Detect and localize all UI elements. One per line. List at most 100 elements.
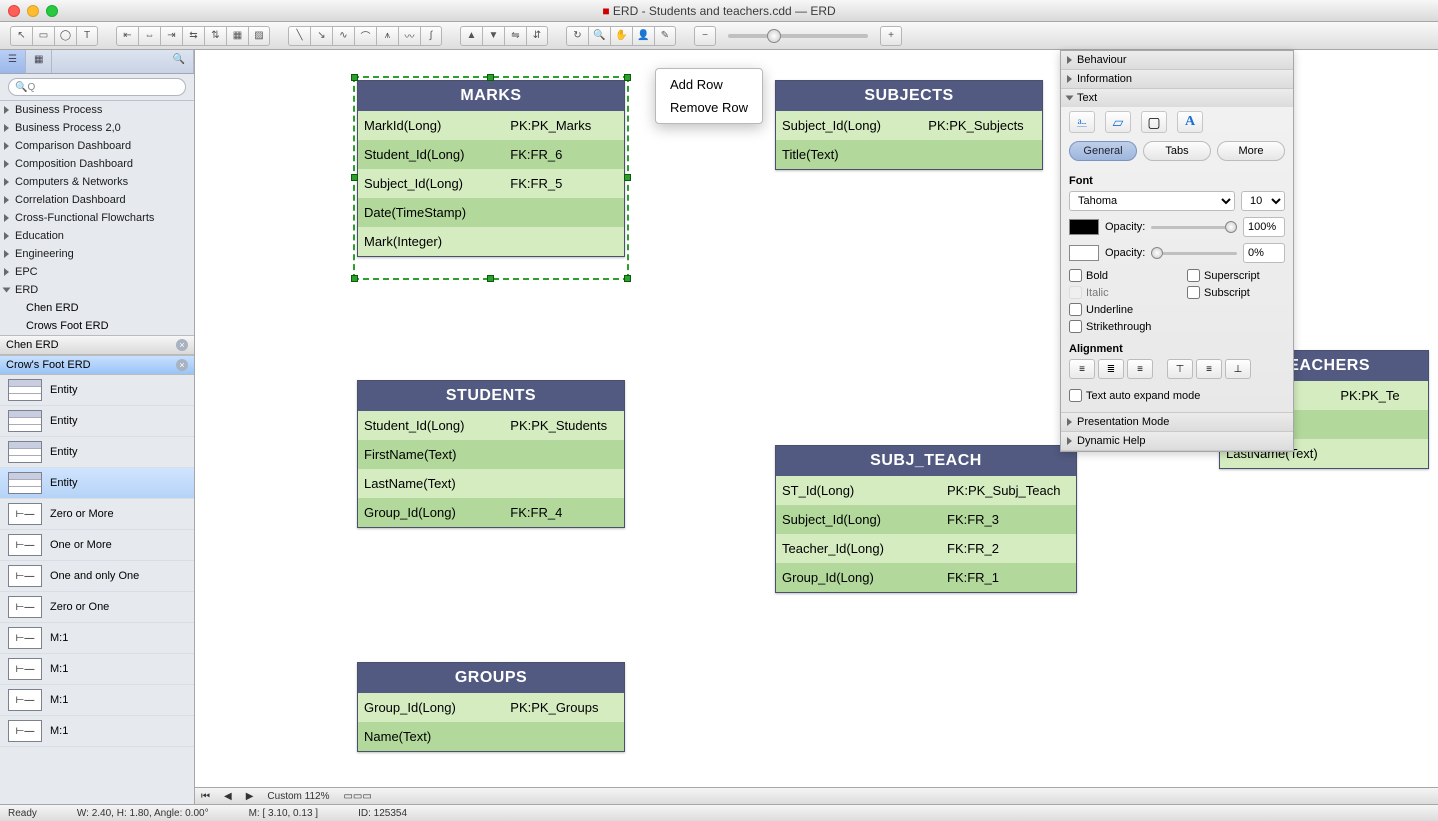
- subscript-checkbox[interactable]: [1187, 286, 1200, 299]
- superscript-checkbox[interactable]: [1187, 269, 1200, 282]
- text-color-swatch[interactable]: [1069, 219, 1099, 235]
- box-style-icon[interactable]: ▢: [1141, 111, 1167, 133]
- shape-item[interactable]: ⊢—M:1: [0, 685, 194, 716]
- align-left-text-button[interactable]: ≡: [1069, 359, 1095, 379]
- entity-students[interactable]: STUDENTSStudent_Id(Long)PK:PK_StudentsFi…: [357, 380, 625, 528]
- font-style-icon[interactable]: A: [1177, 111, 1203, 133]
- tree-item[interactable]: Comparison Dashboard: [0, 137, 194, 155]
- inspector-information-header[interactable]: Information: [1061, 70, 1293, 88]
- text-opacity-slider[interactable]: [1151, 226, 1237, 229]
- text-opacity-input[interactable]: [1243, 217, 1285, 237]
- sidebar-tab-tree[interactable]: ☰: [0, 50, 26, 73]
- rect-tool-button[interactable]: ▭: [32, 26, 54, 46]
- bg-color-swatch[interactable]: [1069, 245, 1099, 261]
- align-right-button[interactable]: ⇥: [160, 26, 182, 46]
- bezier-tool-button[interactable]: ∫: [420, 26, 442, 46]
- entity-subjects[interactable]: SUBJECTSSubject_Id(Long)PK:PK_SubjectsTi…: [775, 80, 1043, 170]
- spline-tool-button[interactable]: 〰: [398, 26, 420, 46]
- inspector-help-header[interactable]: Dynamic Help: [1061, 432, 1293, 450]
- nav-first-button[interactable]: ⏮: [201, 791, 210, 802]
- font-size-select[interactable]: 10: [1241, 191, 1285, 211]
- ctx-remove-row[interactable]: Remove Row: [656, 96, 762, 119]
- zoom-readout[interactable]: Custom 112%: [267, 791, 329, 802]
- connector-tool-button[interactable]: ↘: [310, 26, 332, 46]
- strike-checkbox[interactable]: [1069, 320, 1082, 333]
- close-icon[interactable]: ×: [176, 359, 188, 371]
- zoom-slider[interactable]: [728, 34, 868, 38]
- zoom-in-button[interactable]: +: [880, 26, 902, 46]
- entity-row[interactable]: Date(TimeStamp): [358, 198, 624, 227]
- pointer-tool-button[interactable]: ↖: [10, 26, 32, 46]
- sidebar-tab-search[interactable]: 🔍: [165, 50, 194, 73]
- tree-item[interactable]: Composition Dashboard: [0, 155, 194, 173]
- shape-item[interactable]: ⊢—M:1: [0, 623, 194, 654]
- entity-row[interactable]: Subject_Id(Long)FK:FR_5: [358, 169, 624, 198]
- entity-groups[interactable]: GROUPSGroup_Id(Long)PK:PK_GroupsName(Tex…: [357, 662, 625, 752]
- bg-opacity-slider[interactable]: [1151, 252, 1237, 255]
- entity-subj-teach[interactable]: SUBJ_TEACHST_Id(Long)PK:PK_Subj_TeachSub…: [775, 445, 1077, 593]
- underline-checkbox[interactable]: [1069, 303, 1082, 316]
- valign-bottom-button[interactable]: ⊥: [1225, 359, 1251, 379]
- tree-item[interactable]: ERD: [0, 281, 194, 299]
- align-center-button[interactable]: ⇔: [138, 26, 160, 46]
- inspector-tab-tabs[interactable]: Tabs: [1143, 141, 1211, 161]
- shape-item[interactable]: ⊢—Zero or More: [0, 499, 194, 530]
- pan-tool-button[interactable]: ✋: [610, 26, 632, 46]
- entity-row[interactable]: Group_Id(Long)PK:PK_Groups: [358, 693, 624, 722]
- inspector-text-header[interactable]: Text: [1061, 89, 1293, 107]
- tree-item[interactable]: Correlation Dashboard: [0, 191, 194, 209]
- tree-item[interactable]: Engineering: [0, 245, 194, 263]
- distribute-h-button[interactable]: ⇆: [182, 26, 204, 46]
- bg-opacity-input[interactable]: [1243, 243, 1285, 263]
- distribute-v-button[interactable]: ⇅: [204, 26, 226, 46]
- flip-v-button[interactable]: ⇵: [526, 26, 548, 46]
- entity-row[interactable]: Title(Text): [776, 140, 1042, 169]
- tree-subitem[interactable]: Chen ERD: [26, 299, 194, 317]
- sidebar-tab-grid[interactable]: ▦: [26, 50, 52, 73]
- entity-row[interactable]: LastName(Text): [358, 469, 624, 498]
- ctx-add-row[interactable]: Add Row: [656, 73, 762, 96]
- ellipse-tool-button[interactable]: ◯: [54, 26, 76, 46]
- presentation-button[interactable]: 👤: [632, 26, 654, 46]
- flip-h-button[interactable]: ⇋: [504, 26, 526, 46]
- arc-tool-button[interactable]: ⌒: [354, 26, 376, 46]
- entity-row[interactable]: Name(Text): [358, 722, 624, 751]
- entity-row[interactable]: FirstName(Text): [358, 440, 624, 469]
- font-family-select[interactable]: Tahoma: [1069, 191, 1235, 211]
- bold-checkbox[interactable]: [1069, 269, 1082, 282]
- entity-row[interactable]: ST_Id(Long)PK:PK_Subj_Teach: [776, 476, 1076, 505]
- shape-item[interactable]: Entity: [0, 437, 194, 468]
- entity-row[interactable]: Student_Id(Long)FK:FR_6: [358, 140, 624, 169]
- shape-item[interactable]: Entity: [0, 468, 194, 499]
- category-bar[interactable]: Crow's Foot ERD×: [0, 355, 194, 375]
- entity-row[interactable]: Group_Id(Long)FK:FR_4: [358, 498, 624, 527]
- align-left-button[interactable]: ⇤: [116, 26, 138, 46]
- text-tool-button[interactable]: T: [76, 26, 98, 46]
- shape-item[interactable]: Entity: [0, 375, 194, 406]
- nav-prev-button[interactable]: ◀: [224, 791, 232, 802]
- autoexpand-checkbox[interactable]: [1069, 389, 1082, 402]
- edit-tool-button[interactable]: ✎: [654, 26, 676, 46]
- entity-row[interactable]: Teacher_Id(Long)FK:FR_2: [776, 534, 1076, 563]
- shape-item[interactable]: Entity: [0, 406, 194, 437]
- tree-item[interactable]: Cross-Functional Flowcharts: [0, 209, 194, 227]
- polyline-tool-button[interactable]: ⩚: [376, 26, 398, 46]
- entity-row[interactable]: Mark(Integer): [358, 227, 624, 256]
- tree-item[interactable]: Business Process 2,0: [0, 119, 194, 137]
- zoom-out-button[interactable]: −: [694, 26, 716, 46]
- shape-item[interactable]: ⊢—One and only One: [0, 561, 194, 592]
- shape-item[interactable]: ⊢—M:1: [0, 654, 194, 685]
- inspector-behaviour-header[interactable]: Behaviour: [1061, 51, 1293, 69]
- sidebar-search-input[interactable]: 🔍 Q: [8, 78, 186, 96]
- valign-top-button[interactable]: ⊤: [1167, 359, 1193, 379]
- shape-item[interactable]: ⊢—M:1: [0, 716, 194, 747]
- refresh-button[interactable]: ↻: [566, 26, 588, 46]
- tree-item[interactable]: Computers & Networks: [0, 173, 194, 191]
- entity-row[interactable]: Subject_Id(Long)PK:PK_Subjects: [776, 111, 1042, 140]
- inspector-tab-more[interactable]: More: [1217, 141, 1285, 161]
- nav-next-button[interactable]: ▶: [246, 791, 254, 802]
- valign-middle-button[interactable]: ≡: [1196, 359, 1222, 379]
- bring-front-button[interactable]: ▲: [460, 26, 482, 46]
- tree-subitem[interactable]: Crows Foot ERD: [26, 317, 194, 335]
- entity-marks[interactable]: MARKSMarkId(Long)PK:PK_MarksStudent_Id(L…: [357, 80, 625, 257]
